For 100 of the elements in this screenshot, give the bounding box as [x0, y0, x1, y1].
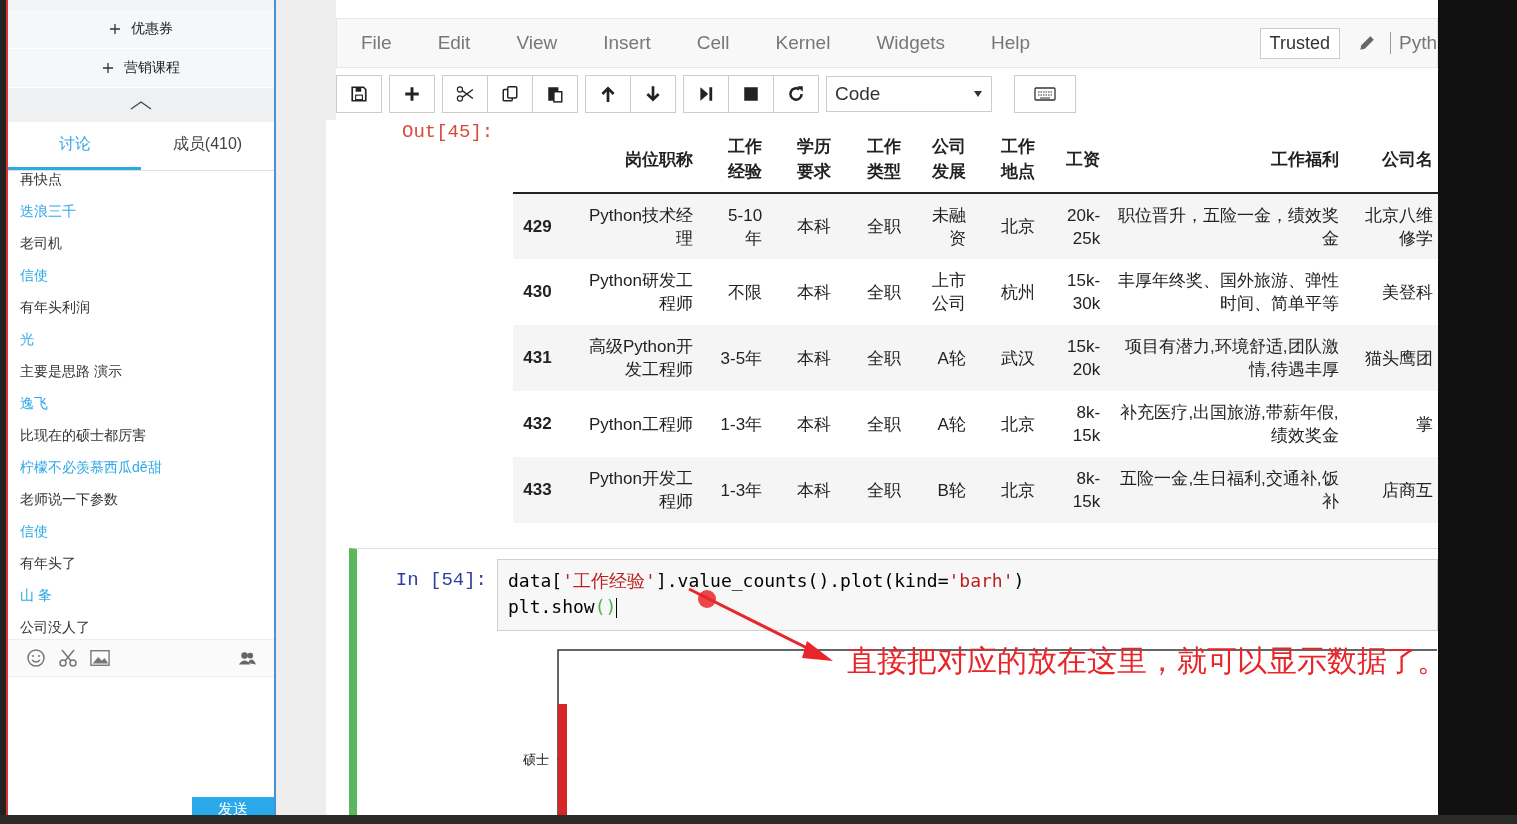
members-icon[interactable]	[238, 651, 256, 665]
plus-icon	[403, 85, 421, 103]
restart-button[interactable]	[773, 75, 819, 113]
table-cell-text: 全职	[866, 347, 901, 370]
copy-icon	[501, 85, 519, 103]
trusted-button[interactable]: Trusted	[1259, 27, 1340, 59]
add-action-button[interactable]: 优惠券	[105, 18, 177, 40]
table-cell-text: 全职	[866, 413, 901, 436]
table-cell-text: 北京	[1000, 479, 1035, 502]
send-button[interactable]: 发送	[192, 797, 274, 815]
insert-cell-button[interactable]	[389, 75, 435, 113]
stop-button[interactable]	[728, 75, 774, 113]
table-cell-text: 本科	[797, 347, 832, 370]
column-header: 工作类型	[866, 136, 901, 183]
cell-type-select[interactable]: Code	[826, 76, 992, 112]
table-cell-text: 北京八维修学	[1364, 204, 1433, 250]
table-cell-text: 职位晋升，五险一金，绩效奖金	[1116, 204, 1339, 250]
table-cell-text: Python技术经理	[587, 204, 693, 250]
message-text: 再快点	[20, 171, 62, 189]
table-cell-text: Python研发工程师	[587, 270, 693, 315]
table-cell-text: 补充医疗,出国旅游,带薪年假,绩效奖金	[1119, 402, 1339, 447]
table-cell-text: 上市公司	[930, 270, 966, 315]
message-text: 老师说一下参数	[20, 491, 118, 509]
paste-button[interactable]	[532, 75, 578, 113]
output-prompt: Out[45]:	[402, 120, 494, 144]
table-cell-text: Python工程师	[588, 413, 693, 436]
table-cell-text: 本科	[797, 216, 832, 238]
plus-icon	[109, 23, 121, 35]
column-header: 学历要求	[797, 136, 832, 183]
table-cell-text: 北京	[1000, 216, 1035, 238]
input-prompt: In [54]:	[394, 569, 488, 591]
table-cell-text: 全职	[866, 216, 901, 238]
menu-item[interactable]: Widgets	[876, 28, 946, 58]
message-text: 公司没人了	[20, 619, 90, 637]
column-header: 工作福利	[1270, 149, 1339, 169]
row-index: 431	[523, 348, 552, 367]
menu-item[interactable]: Cell	[696, 28, 730, 58]
message-sender: 山 夆	[20, 587, 52, 605]
table-cell-text: 1-3年	[720, 479, 763, 502]
add-action-button[interactable]: 营销课程	[98, 57, 184, 79]
collapse-icon[interactable]	[130, 100, 152, 110]
plus-icon	[102, 62, 114, 74]
sidebar-tab[interactable]: 成员(410)	[141, 122, 274, 170]
table-cell-text: 未融资	[930, 204, 966, 250]
table-cell-text: 本科	[797, 281, 832, 304]
copy-button[interactable]	[487, 75, 533, 113]
table-cell-text: 北京	[1000, 413, 1035, 436]
table-cell-text: 五险一金,生日福利,交通补,饭补	[1119, 468, 1339, 513]
keyboard-button[interactable]	[1014, 75, 1076, 113]
move-up-button[interactable]	[585, 75, 631, 113]
menu-item[interactable]: Insert	[603, 28, 651, 58]
table-cell-text: 丰厚年终奖、国外旅游、弹性时间、简单平等	[1116, 270, 1339, 315]
move-down-button[interactable]	[630, 75, 676, 113]
axis-label: 硕士	[523, 751, 549, 769]
stop-icon	[742, 85, 760, 103]
menu-item[interactable]: Edit	[437, 28, 471, 58]
cursor-highlight-icon	[697, 589, 717, 609]
message-text: 老司机	[20, 235, 62, 253]
code-editor[interactable]: data['工作经验'].value_counts().plot(kind='barh') plt.show()	[497, 559, 1438, 631]
table-cell-text: 店商互	[1382, 479, 1433, 502]
table-cell-text: 掌	[1416, 413, 1433, 436]
table-cell-text: 8k-15k	[1071, 402, 1101, 447]
sidebar-tab[interactable]: 讨论	[8, 122, 141, 170]
cut-button[interactable]	[442, 75, 488, 113]
message-sender: 信使	[20, 267, 48, 285]
table-cell-text: 杭州	[1000, 281, 1035, 304]
down-arrow-icon	[644, 85, 662, 103]
message-sender: 柠檬不必羡慕西瓜dě甜	[20, 459, 162, 477]
table-cell-text: B轮	[937, 479, 966, 502]
table-cell-text: A轮	[937, 347, 966, 370]
column-header: 工作地点	[1000, 136, 1035, 183]
run-button[interactable]	[683, 75, 729, 113]
table-cell-text: 美登科	[1382, 281, 1433, 304]
message-text: 有年头利润	[20, 299, 90, 317]
menu-item[interactable]: View	[516, 28, 558, 58]
image-icon[interactable]	[90, 648, 110, 668]
column-header: 工作经验	[728, 136, 763, 183]
message-sender: 信使	[20, 523, 48, 541]
table-cell-text: 项目有潜力,环境舒适,团队激情,待遇丰厚	[1124, 336, 1339, 381]
paste-icon	[546, 85, 564, 103]
menu-item[interactable]: Help	[991, 28, 1031, 58]
table-cell-text: 本科	[797, 479, 832, 502]
column-header: 公司名	[1382, 149, 1433, 169]
save-button[interactable]	[336, 75, 382, 113]
save-icon	[350, 85, 368, 103]
scissors-icon	[456, 85, 474, 103]
pencil-icon[interactable]	[1357, 34, 1376, 52]
table-cell-text: 全职	[866, 281, 901, 304]
menu-item[interactable]: Kernel	[775, 28, 831, 58]
message-sender: 逸飞	[20, 395, 48, 413]
message-text: 比现在的硕士都厉害	[20, 427, 146, 445]
scissors-icon[interactable]	[58, 648, 78, 668]
row-index: 433	[523, 480, 552, 499]
up-arrow-icon	[599, 85, 617, 103]
emoji-icon[interactable]	[26, 648, 46, 668]
restart-icon	[787, 85, 805, 103]
caret-icon	[973, 90, 983, 98]
row-index: 429	[523, 216, 552, 236]
message-text: 有年头了	[20, 555, 76, 573]
menu-item[interactable]: File	[361, 28, 392, 58]
